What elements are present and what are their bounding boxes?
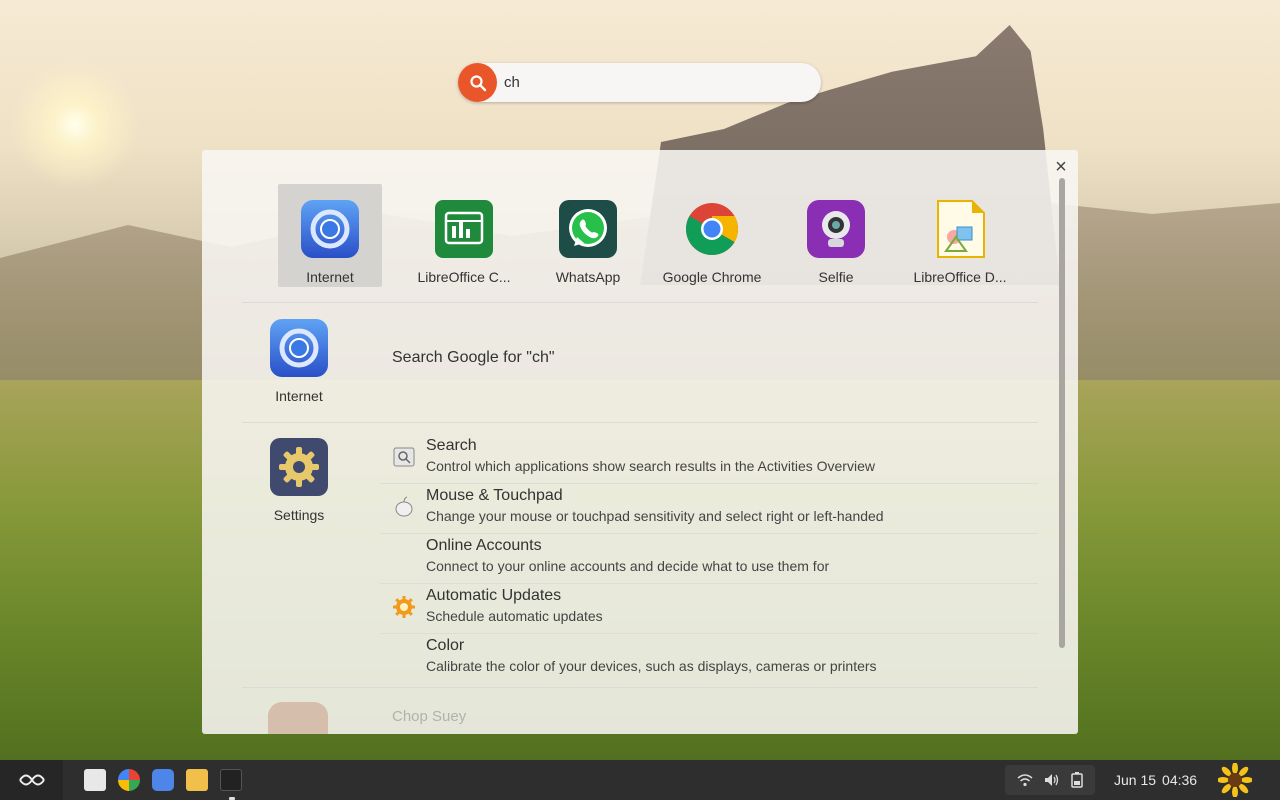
app-tile-google-chrome[interactable]: Google Chrome [650,184,774,287]
files-icon[interactable] [186,769,208,791]
terminal-icon[interactable] [220,769,242,791]
volume-icon[interactable] [1044,773,1060,787]
scrollbar[interactable] [1059,178,1065,648]
search-input[interactable] [504,74,804,91]
app-tile-libreoffice-draw[interactable]: LibreOffice D... [898,184,1022,287]
settings-result-automatic-updates[interactable]: Automatic Updates Schedule automatic upd… [380,584,1038,634]
app-tile-libreoffice-calc[interactable]: LibreOffice C... [402,184,526,287]
settings-result-title: Color [426,637,465,654]
internet-icon [301,200,359,258]
battery-icon[interactable] [1071,772,1084,788]
provider-label: Internet [275,388,323,404]
background-sun [10,60,140,190]
settings-result-title: Search [426,437,477,454]
settings-result-desc: Control which applications show search r… [426,458,875,474]
clock[interactable]: Jun 15 04:36 [1114,772,1197,788]
app-tile-internet[interactable]: Internet [278,184,382,287]
selfie-icon [807,200,865,258]
settings-result-search[interactable]: Search Control which applications show s… [380,434,1038,484]
internet-icon [270,319,328,377]
whatsapp-icon [559,200,617,258]
settings-results-list: Search Control which applications show s… [380,434,1038,684]
search-button[interactable] [458,63,497,102]
app-center-icon[interactable] [118,769,140,791]
app-label: LibreOffice C... [417,269,511,285]
libreoffice-calc-icon [435,200,493,258]
settings-result-title: Mouse & Touchpad [426,487,563,504]
search-settings-icon [393,447,415,467]
app-results-row: Internet LibreOffice C... WhatsApp Googl… [278,184,1022,287]
taskbar: Jun 15 04:36 [0,760,1280,800]
provider-settings[interactable]: Settings [254,437,344,523]
internet-dock-icon[interactable] [152,769,174,791]
app-label: Internet [306,269,354,285]
app-label: Google Chrome [662,269,762,285]
launcher-button[interactable] [0,760,63,800]
search-bar[interactable] [458,63,821,102]
mouse-icon [395,496,413,517]
app-label: LibreOffice D... [913,269,1007,285]
settings-result-online-accounts[interactable]: Online Accounts Connect to your online a… [380,534,1038,584]
app-label: WhatsApp [555,269,621,285]
software-store-icon[interactable] [84,769,106,791]
app-tile-whatsapp[interactable]: WhatsApp [526,184,650,287]
provider-label: Settings [273,507,325,523]
settings-result-desc: Schedule automatic updates [426,608,603,624]
settings-result-desc: Change your mouse or touchpad sensitivit… [426,508,884,524]
search-icon [469,74,486,91]
user-avatar-icon[interactable] [1218,763,1252,797]
libreoffice-draw-icon [937,200,985,258]
wifi-icon[interactable] [1017,773,1033,787]
separator [242,302,1038,303]
search-results-panel: × Internet LibreOffice C... WhatsApp Goo… [202,150,1078,734]
faded-app-icon [268,702,328,734]
provider-internet[interactable]: Internet [254,318,344,404]
app-label: Selfie [818,269,854,285]
clock-date: Jun 15 [1114,772,1157,788]
settings-result-desc: Connect to your online accounts and deci… [426,558,830,574]
separator [242,687,1038,688]
settings-result-title: Online Accounts [426,537,542,554]
web-search-result[interactable]: Search Google for "ch" [392,349,555,367]
settings-result-title: Automatic Updates [426,587,562,604]
app-tile-selfie[interactable]: Selfie [774,184,898,287]
google-chrome-icon [686,203,738,255]
settings-gear-icon [270,438,328,496]
settings-result-mouse[interactable]: Mouse & Touchpad Change your mouse or to… [380,484,1038,534]
close-button[interactable]: × [1052,157,1070,177]
separator [242,422,1038,423]
faded-result-label[interactable]: Chop Suey [392,708,466,725]
clock-time: 04:36 [1162,772,1198,788]
system-tray[interactable] [1005,765,1095,795]
settings-result-color[interactable]: Color Calibrate the color of your device… [380,634,1038,684]
launcher-icon [18,774,45,786]
settings-result-desc: Calibrate the color of your devices, suc… [426,658,877,674]
updates-icon [393,596,415,618]
